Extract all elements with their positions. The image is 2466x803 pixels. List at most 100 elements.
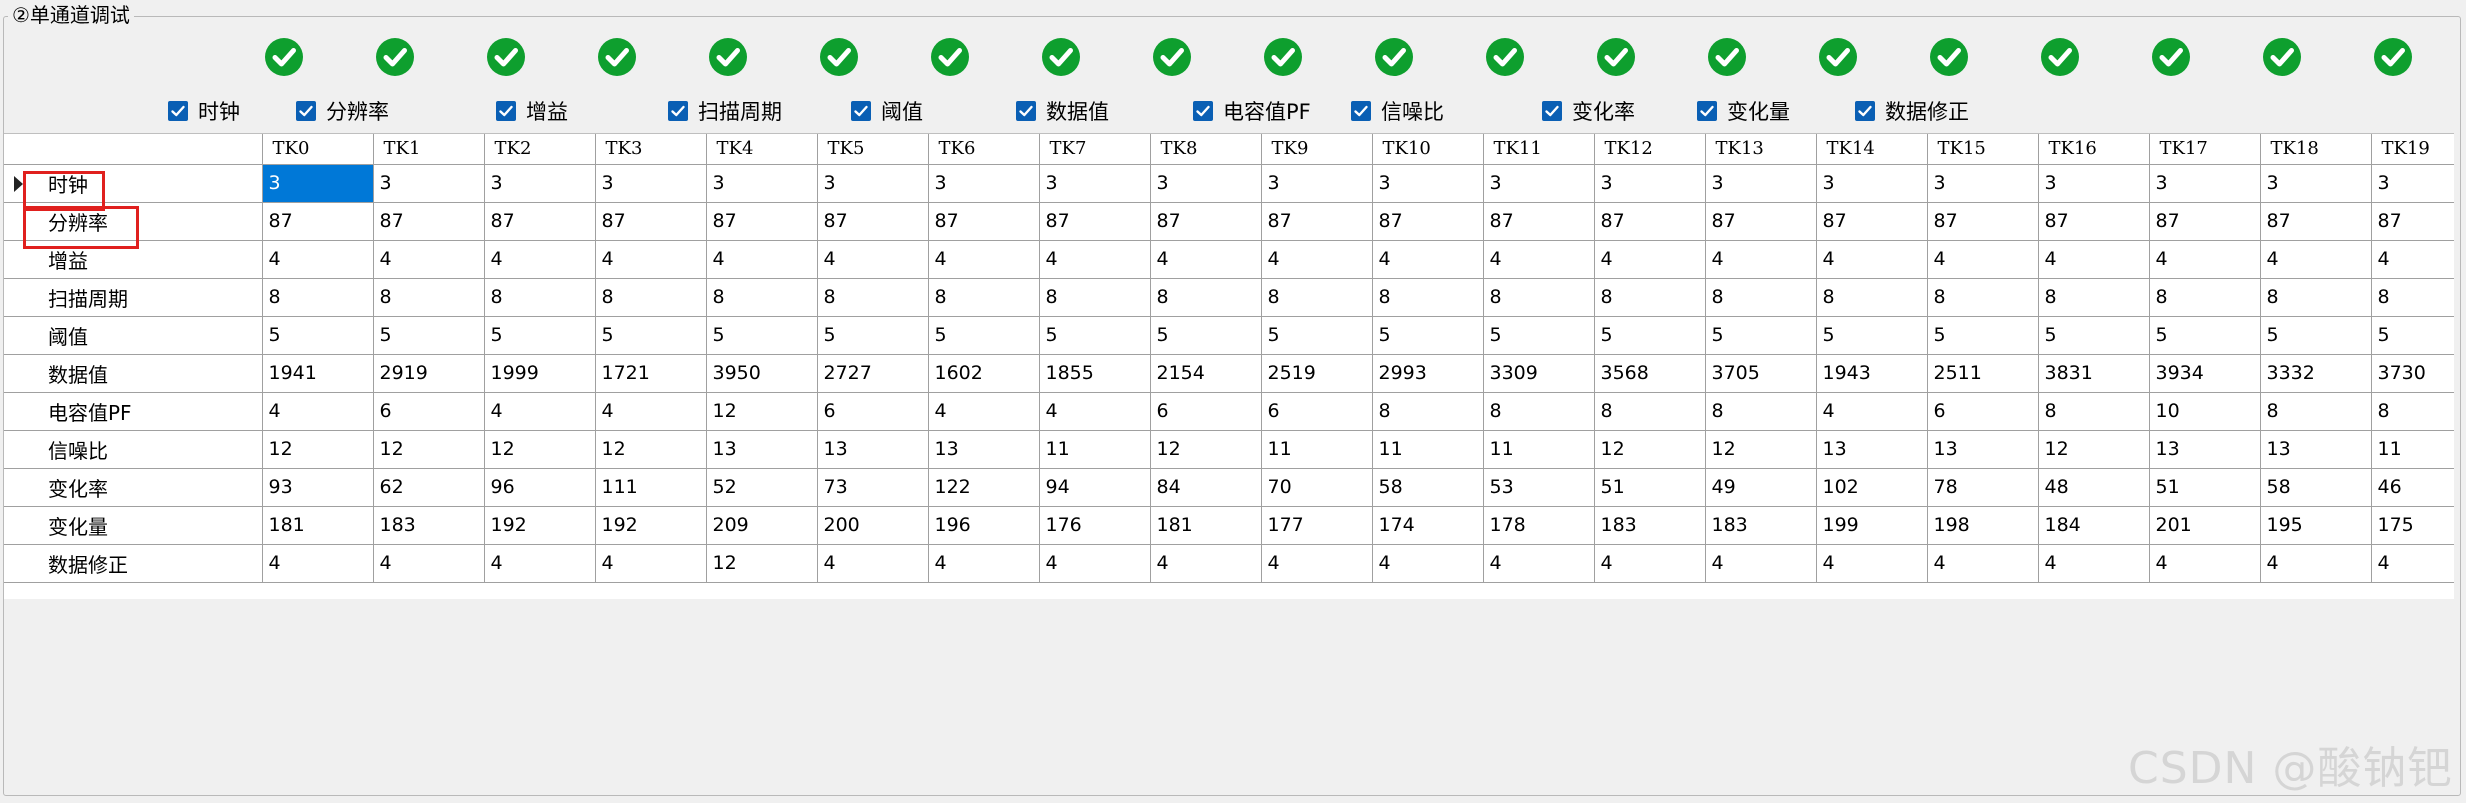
- table-cell[interactable]: 87: [2148, 201, 2261, 241]
- table-cell[interactable]: 11: [1371, 429, 1484, 469]
- table-cell[interactable]: 87: [2259, 201, 2372, 241]
- table-cell[interactable]: 3: [372, 163, 485, 203]
- channel-data-grid[interactable]: TK0 TK1 TK2 TK3 TK4 TK5 TK6 TK7 TK8 TK9 TK10 TK11 TK…: [4, 133, 2454, 599]
- table-cell[interactable]: 4: [1815, 239, 1928, 279]
- column-header[interactable]: TK19: [2370, 134, 2454, 165]
- table-cell[interactable]: 3: [261, 163, 374, 203]
- table-cell[interactable]: 4: [483, 391, 596, 431]
- table-cell[interactable]: 4: [261, 543, 374, 583]
- column-header[interactable]: TK16: [2037, 134, 2150, 165]
- table-cell[interactable]: 178: [1482, 505, 1595, 545]
- table-cell[interactable]: 8: [927, 277, 1040, 317]
- table-cell[interactable]: 96: [483, 467, 596, 507]
- table-cell[interactable]: 8: [1482, 277, 1595, 317]
- table-cell[interactable]: 184: [2037, 505, 2150, 545]
- table-cell[interactable]: 200: [816, 505, 929, 545]
- table-cell[interactable]: 5: [1815, 315, 1928, 355]
- table-cell[interactable]: 2727: [816, 353, 929, 393]
- table-cell[interactable]: 13: [927, 429, 1040, 469]
- table-cell[interactable]: 177: [1260, 505, 1373, 545]
- table-cell[interactable]: 4: [1482, 239, 1595, 279]
- table-cell[interactable]: 3: [2037, 163, 2150, 203]
- table-cell[interactable]: 87: [261, 201, 374, 241]
- table-cell[interactable]: 3: [1038, 163, 1151, 203]
- table-cell[interactable]: 4: [1815, 391, 1928, 431]
- table-cell[interactable]: 4: [2259, 543, 2372, 583]
- table-cell[interactable]: 8: [1704, 391, 1817, 431]
- table-cell[interactable]: 4: [483, 543, 596, 583]
- table-cell[interactable]: 201: [2148, 505, 2261, 545]
- table-cell[interactable]: 8: [2037, 277, 2150, 317]
- table-cell[interactable]: 3: [927, 163, 1040, 203]
- table-cell[interactable]: 49: [1704, 467, 1817, 507]
- table-cell[interactable]: 52: [705, 467, 818, 507]
- table-cell[interactable]: 5: [2259, 315, 2372, 355]
- checkbox-3[interactable]: 增益: [496, 97, 568, 125]
- table-cell[interactable]: 5: [261, 315, 374, 355]
- table-cell[interactable]: 8: [2037, 391, 2150, 431]
- table-cell[interactable]: 5: [483, 315, 596, 355]
- table-cell[interactable]: 5: [2037, 315, 2150, 355]
- table-cell[interactable]: 4: [1371, 543, 1484, 583]
- table-cell[interactable]: 53: [1482, 467, 1595, 507]
- column-header[interactable]: TK17: [2148, 134, 2261, 165]
- table-cell[interactable]: 5: [1704, 315, 1817, 355]
- table-cell[interactable]: 87: [705, 201, 818, 241]
- column-header[interactable]: TK13: [1704, 134, 1817, 165]
- table-cell[interactable]: 13: [705, 429, 818, 469]
- column-header[interactable]: TK7: [1038, 134, 1151, 165]
- table-cell[interactable]: 4: [594, 391, 707, 431]
- checkbox-7[interactable]: 电容值PF: [1193, 97, 1311, 125]
- table-cell[interactable]: 176: [1038, 505, 1151, 545]
- row-header[interactable]: 信噪比: [4, 429, 263, 469]
- table-cell[interactable]: 4: [1371, 239, 1484, 279]
- table-cell[interactable]: 6: [1926, 391, 2039, 431]
- table-cell[interactable]: 8: [483, 277, 596, 317]
- table-cell[interactable]: 87: [1260, 201, 1373, 241]
- table-cell[interactable]: 4: [1926, 543, 2039, 583]
- checkbox-6[interactable]: 数据值: [1016, 97, 1109, 125]
- table-cell[interactable]: 4: [1260, 239, 1373, 279]
- table-cell[interactable]: 58: [2259, 467, 2372, 507]
- table-cell[interactable]: 58: [1371, 467, 1484, 507]
- table-cell[interactable]: 3: [1482, 163, 1595, 203]
- table-cell[interactable]: 12: [1593, 429, 1706, 469]
- table-cell[interactable]: 5: [1371, 315, 1484, 355]
- table-cell[interactable]: 4: [1038, 391, 1151, 431]
- table-cell[interactable]: 4: [261, 391, 374, 431]
- table-cell[interactable]: 87: [2037, 201, 2150, 241]
- table-cell[interactable]: 87: [1815, 201, 1928, 241]
- table-cell[interactable]: 12: [483, 429, 596, 469]
- table-cell[interactable]: 3: [1926, 163, 2039, 203]
- table-cell[interactable]: 8: [1593, 277, 1706, 317]
- table-cell[interactable]: 12: [372, 429, 485, 469]
- table-cell[interactable]: 12: [1149, 429, 1262, 469]
- table-cell[interactable]: 3: [2148, 163, 2261, 203]
- table-cell[interactable]: 102: [1815, 467, 1928, 507]
- table-cell[interactable]: 3: [1704, 163, 1817, 203]
- table-cell[interactable]: 78: [1926, 467, 2039, 507]
- table-cell[interactable]: 4: [1704, 543, 1817, 583]
- checkbox-8[interactable]: 信噪比: [1351, 97, 1444, 125]
- table-cell[interactable]: 8: [2370, 391, 2454, 431]
- table-cell[interactable]: 174: [1371, 505, 1484, 545]
- table-cell[interactable]: 4: [2148, 239, 2261, 279]
- table-cell[interactable]: 181: [261, 505, 374, 545]
- table-cell[interactable]: 87: [1149, 201, 1262, 241]
- table-cell[interactable]: 4: [2037, 543, 2150, 583]
- table-cell[interactable]: 11: [1038, 429, 1151, 469]
- table-cell[interactable]: 4: [1704, 239, 1817, 279]
- table-cell[interactable]: 8: [2259, 277, 2372, 317]
- table-cell[interactable]: 3705: [1704, 353, 1817, 393]
- table-cell[interactable]: 12: [2037, 429, 2150, 469]
- table-cell[interactable]: 4: [483, 239, 596, 279]
- table-cell[interactable]: 195: [2259, 505, 2372, 545]
- row-header[interactable]: 增益: [4, 239, 263, 279]
- table-cell[interactable]: 4: [1815, 543, 1928, 583]
- table-cell[interactable]: 192: [483, 505, 596, 545]
- column-header[interactable]: TK6: [927, 134, 1040, 165]
- table-cell[interactable]: 8: [1149, 277, 1262, 317]
- row-header[interactable]: 变化量: [4, 505, 263, 545]
- table-cell[interactable]: 87: [816, 201, 929, 241]
- table-cell[interactable]: 3: [2259, 163, 2372, 203]
